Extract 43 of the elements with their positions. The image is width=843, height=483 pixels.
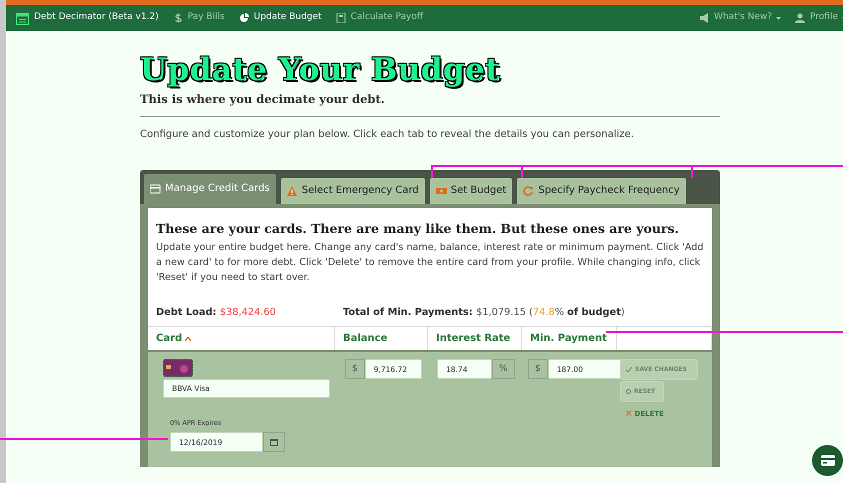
close-icon: × [625, 410, 633, 420]
card-button[interactable] [812, 445, 843, 476]
pie-chart-icon [238, 13, 250, 23]
nav-dropdown[interactable]: Profile [795, 11, 843, 25]
user-icon [795, 13, 806, 23]
column-header: Balance [335, 327, 428, 350]
panel-description: Update your entire budget here. Change any card's name, balance, interest rate or minimum payment. Click 'Add a new card' to for more debt. Click 'Delete' to remove the entire card from your profile. While changing info, click 'Reset' if you need to start over. [156, 240, 704, 286]
panel-heading: These are your cards. There are many like them. But these ones are yours. [156, 222, 680, 236]
credit-card-icon [150, 184, 161, 194]
debt-load-text: Debt Load: $38,424.60 [156, 306, 277, 320]
currency-addon: $ [345, 359, 365, 380]
check-icon [626, 367, 632, 372]
nav-dropdown[interactable]: What's New? [698, 11, 782, 25]
dollar-icon [172, 13, 184, 23]
nav-link[interactable]: Update Budget [238, 11, 322, 25]
page-subtitle: This is where you decimate your debt. [140, 93, 386, 107]
tab[interactable]: Set Budget [430, 178, 512, 204]
intro-text: Configure and customize your plan below. Click each tab to reveal the details you can personalize. [140, 128, 635, 142]
calendar-icon [16, 12, 29, 24]
column-header: Interest Rate [428, 327, 522, 350]
column-header: Min. Payment [522, 327, 617, 350]
page-title: Update Your Budget [140, 53, 502, 88]
nav-link[interactable]: Calculate Payoff [336, 11, 424, 25]
megaphone-icon [698, 13, 710, 23]
credit-card-icon [820, 455, 834, 466]
card-image-icon [163, 359, 193, 378]
caret-icon [776, 16, 782, 20]
banknote-icon [436, 186, 447, 196]
refresh-icon [523, 186, 534, 196]
calendar-button[interactable] [263, 432, 285, 452]
tab[interactable]: Manage Credit Cards [144, 174, 276, 204]
circle-icon [626, 389, 631, 394]
calendar-icon [270, 438, 278, 446]
brand-link[interactable]: Debt Decimator (Beta v1.2) [16, 11, 159, 25]
tab[interactable]: Select Emergency Card [280, 178, 425, 204]
nav-link[interactable]: Pay Bills [172, 11, 225, 25]
min-payments-text: Total of Min. Payments: $1,079.15 (74.8% of budget) [343, 306, 625, 320]
tab[interactable]: Specify Paycheck Frequency [517, 178, 686, 204]
column-header[interactable]: Card [148, 327, 335, 350]
warning-icon [286, 186, 298, 196]
currency-addon: $ [528, 359, 548, 380]
percent-addon: % [492, 359, 515, 380]
caret-icon [185, 336, 192, 341]
